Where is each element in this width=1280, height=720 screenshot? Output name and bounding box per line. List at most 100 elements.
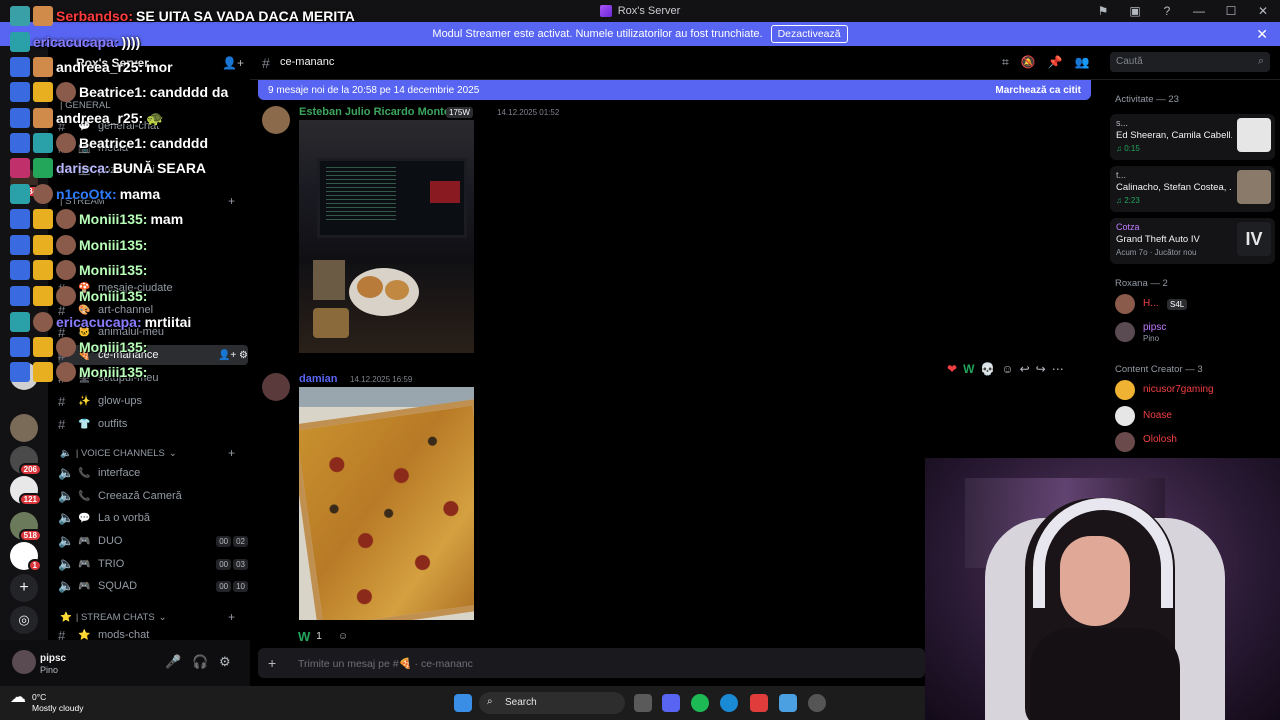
- weather-widget[interactable]: ☁ 0°C Mostly cloudy: [10, 690, 84, 714]
- mark-read-button[interactable]: Marchează ca citit: [995, 85, 1081, 96]
- user-settings-icon[interactable]: ⚙: [219, 654, 231, 670]
- chat-message: n1coOtx: mama: [10, 182, 160, 206]
- app-icon-red[interactable]: [750, 694, 768, 712]
- chat-message: Moniii135:: [10, 335, 150, 359]
- chat-message: darisca: BUNĂ SEARA: [10, 156, 206, 180]
- voice-duo[interactable]: 🔈 🎮 DUO 00 02: [58, 531, 248, 551]
- chat-message: Serbandso: SE UITA SA VADA DACA MERITA: [10, 4, 355, 28]
- reaction-count: 1: [316, 630, 322, 642]
- speaker-icon: 🔈: [58, 488, 75, 503]
- add-reaction-icon[interactable]: ☺: [338, 631, 348, 642]
- member-item[interactable]: Ololosh: [1115, 432, 1275, 454]
- help-icon[interactable]: ?: [1158, 2, 1176, 20]
- member-item[interactable]: nicusor7gaming: [1115, 380, 1275, 402]
- unread-badge: 121: [18, 493, 42, 506]
- server-icon-4[interactable]: 518: [10, 512, 42, 542]
- channel-settings-icon[interactable]: 👤+ ⚙: [218, 350, 248, 361]
- voice-squad[interactable]: 🔈 🎮 SQUAD 00 10: [58, 576, 248, 596]
- disable-streamer-button[interactable]: Dezactivează: [770, 25, 848, 43]
- reply-icon[interactable]: ↩: [1020, 362, 1030, 376]
- close-banner-icon[interactable]: ✕: [1256, 26, 1268, 43]
- close-window-icon[interactable]: ✕: [1254, 2, 1272, 20]
- member-item[interactable]: pipsc Pino: [1115, 322, 1275, 344]
- chat-message: Beatrice1: candddd: [10, 131, 208, 155]
- voice-creeaza[interactable]: 🔈 📞 Creează Cameră: [58, 486, 248, 506]
- member-item[interactable]: H... S4L: [1115, 294, 1275, 316]
- notification-icon[interactable]: 🔕: [1021, 55, 1036, 70]
- w-reaction-icon[interactable]: W: [963, 362, 974, 376]
- guild-tag: 175W: [446, 107, 473, 118]
- maximize-icon[interactable]: ☐: [1222, 2, 1240, 20]
- screen-icon[interactable]: ▣: [1126, 2, 1144, 20]
- album-art: [1237, 170, 1271, 204]
- chat-message: Moniii135:: [10, 258, 150, 282]
- new-messages-bar[interactable]: 9 mesaje noi de la 20:58 pe 14 decembrie…: [258, 80, 1091, 100]
- server-icon-2[interactable]: 206: [10, 446, 42, 476]
- add-chat-icon[interactable]: +: [228, 610, 235, 624]
- message-avatar[interactable]: [262, 373, 290, 401]
- voice-trio[interactable]: 🔈 🎮 TRIO 00 03: [58, 554, 248, 574]
- user-panel: pipsc Pino 🎤 🎧 ⚙: [0, 640, 250, 686]
- server-icon-3[interactable]: 121: [10, 476, 42, 506]
- voice-la-o-vorba[interactable]: 🔈 💬 La o vorbă: [58, 508, 248, 528]
- category-stream-chats[interactable]: ⭐ | STREAM CHATS ⌄: [60, 612, 167, 623]
- discord-icon[interactable]: [662, 694, 680, 712]
- chat-message: andreea_r25: 🐢: [10, 106, 164, 130]
- discover-icon[interactable]: ◎: [10, 606, 38, 634]
- channel-outfits[interactable]: # 👕 outfits: [58, 414, 248, 434]
- album-art: [1237, 118, 1271, 152]
- heart-reaction-icon[interactable]: ❤: [947, 362, 957, 376]
- chat-message: Moniii135:: [10, 233, 150, 257]
- message-image-pizza[interactable]: [299, 387, 474, 620]
- pin-icon[interactable]: 📌: [1048, 55, 1063, 70]
- message-image-setup[interactable]: [299, 120, 474, 353]
- taskbar-search[interactable]: ⌕ Search: [479, 692, 625, 714]
- attach-icon[interactable]: +: [268, 655, 276, 671]
- skull-reaction-icon[interactable]: 💀: [980, 362, 995, 376]
- more-icon[interactable]: ⋯: [1052, 362, 1064, 376]
- spotify-icon[interactable]: [691, 694, 709, 712]
- speaker-icon: 🔈: [58, 465, 75, 480]
- invite-icon[interactable]: 👤+: [222, 56, 244, 70]
- add-server-icon[interactable]: +: [10, 574, 38, 602]
- activity-card[interactable]: t... Calinacho, Stefan Costea, ... ♫ 2:2…: [1110, 166, 1275, 212]
- user-name: pipsc: [40, 653, 67, 664]
- edge-icon[interactable]: [720, 694, 738, 712]
- minimize-icon[interactable]: —: [1190, 2, 1208, 20]
- channel-glow-ups[interactable]: # ✨ glow-ups: [58, 391, 248, 411]
- deafen-icon[interactable]: 🎧: [192, 654, 208, 670]
- message-author[interactable]: damian: [299, 373, 338, 385]
- threads-icon[interactable]: ⌗: [1002, 55, 1009, 70]
- streamer-webcam: [925, 458, 1280, 720]
- obs-icon[interactable]: [808, 694, 826, 712]
- inbox-icon[interactable]: ⚑: [1094, 2, 1112, 20]
- message-input[interactable]: + Trimite un mesaj pe #🍕 · ce-mananc: [258, 648, 925, 678]
- user-avatar[interactable]: [12, 650, 36, 674]
- activity-card[interactable]: Cotza Grand Theft Auto IV Acum 7o · Jucă…: [1110, 218, 1275, 264]
- members-icon[interactable]: 👥: [1075, 55, 1090, 70]
- forward-icon[interactable]: ↪: [1036, 362, 1046, 376]
- start-icon[interactable]: [454, 694, 472, 712]
- member-item[interactable]: Noase: [1115, 406, 1275, 428]
- notepad-icon[interactable]: [779, 694, 797, 712]
- server-icon-5[interactable]: 1: [10, 542, 42, 572]
- server-icon: [599, 5, 612, 17]
- reaction-bar: W 1 ☺: [298, 627, 348, 645]
- add-reaction-icon[interactable]: ☺: [1001, 362, 1013, 376]
- speaker-icon: 🔈: [58, 578, 75, 593]
- reaction-emoji[interactable]: W: [298, 629, 310, 644]
- window-title: Rox's Server: [599, 5, 680, 17]
- message-avatar[interactable]: [262, 106, 290, 134]
- mute-mic-icon[interactable]: 🎤: [165, 654, 181, 670]
- add-channel-icon[interactable]: +: [228, 194, 235, 208]
- activity-card[interactable]: s... Ed Sheeran, Camila Cabell... ♫ 0:15: [1110, 114, 1275, 160]
- channel-header: # ce-mananc ⌗ 🔕 📌 👥 Caută ⌕: [250, 46, 1280, 80]
- search-input[interactable]: Caută ⌕: [1110, 52, 1270, 72]
- task-view-icon[interactable]: [634, 694, 652, 712]
- channel-hash-icon: #: [262, 55, 270, 71]
- add-voice-icon[interactable]: +: [228, 446, 235, 460]
- voice-interface[interactable]: 🔈 📞 interface: [58, 463, 248, 483]
- category-voice[interactable]: 🔈 | VOICE CHANNELS ⌄: [60, 448, 177, 459]
- message-author[interactable]: Esteban Julio Ricardo Montoya: [299, 106, 463, 118]
- server-icon-cat[interactable]: [10, 414, 38, 442]
